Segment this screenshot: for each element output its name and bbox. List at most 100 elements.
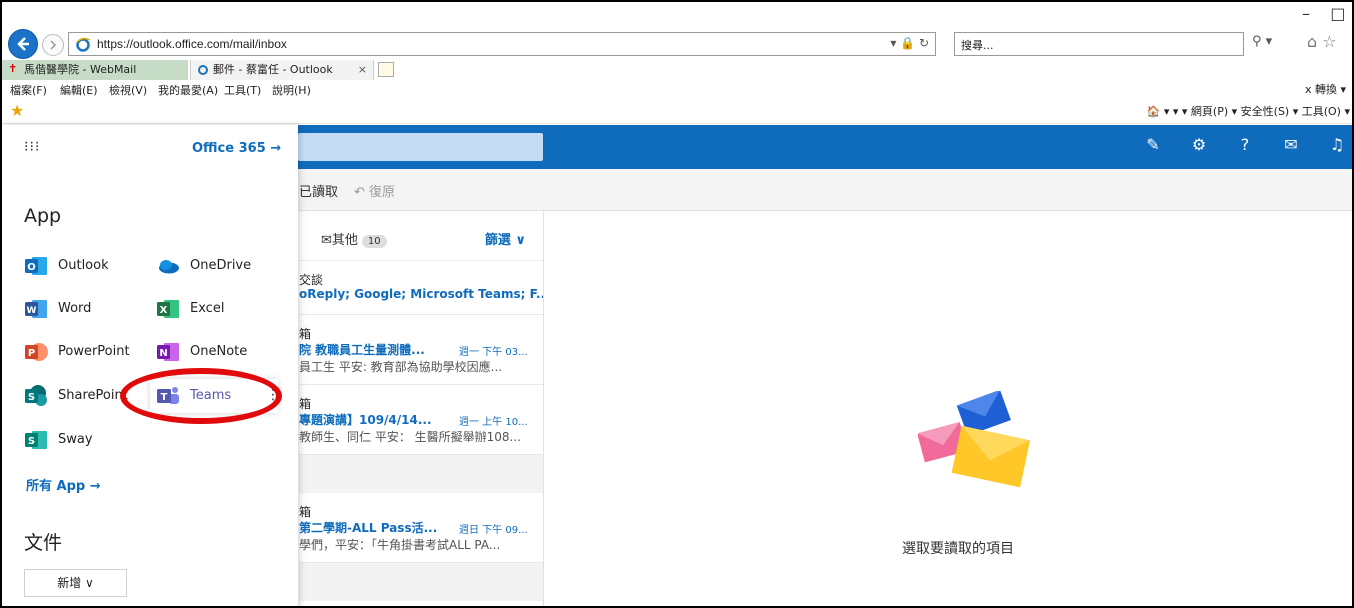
message-from: 交談 bbox=[299, 273, 324, 287]
address-bar[interactable]: https://outlook.office.com/mail/inbox ▾ … bbox=[68, 32, 936, 56]
menu-help[interactable]: 說明(H) bbox=[272, 82, 311, 98]
other-label: 其他 bbox=[331, 233, 358, 248]
envelopes-illustration bbox=[918, 391, 1030, 488]
svg-text:W: W bbox=[27, 306, 37, 316]
app-label: Sway bbox=[58, 432, 93, 447]
word-icon: W bbox=[25, 300, 47, 318]
app-label: OneDrive bbox=[190, 258, 252, 273]
highlight-ring bbox=[120, 368, 282, 424]
browser-search-field[interactable]: 搜尋... bbox=[954, 32, 1244, 56]
feedback-icon[interactable]: ✉ bbox=[1282, 135, 1300, 154]
header-icons: ✎ ⚙ ? ✉ ♫ bbox=[1144, 135, 1346, 154]
message-list-header: ✉其他 10 篩選 ∨ bbox=[299, 211, 543, 261]
app-excel[interactable]: X Excel bbox=[156, 297, 266, 321]
window-controls[interactable]: – □ bbox=[1302, 4, 1345, 23]
app-label: PowerPoint bbox=[58, 344, 130, 359]
search-icon[interactable]: ⚲ ▾ bbox=[1252, 34, 1272, 49]
svg-text:P: P bbox=[28, 348, 35, 359]
message-subject: 專題演講】109/4/14... bbox=[299, 413, 432, 427]
sway-icon: S bbox=[25, 431, 47, 449]
home-star-icons[interactable]: ⌂ ☆ bbox=[1307, 32, 1337, 51]
url-controls[interactable]: ▾ 🔒 ↻ bbox=[890, 36, 929, 50]
new-tab-button[interactable] bbox=[378, 62, 394, 77]
tab-outlook[interactable]: 郵件 - 蔡富任 - Outlook × bbox=[190, 60, 374, 80]
app-launcher-panel: ⁝⁝⁝ Office 365 → App O Outlook OneDrive bbox=[2, 125, 298, 606]
message-preview: 教師生、同仁 平安： 生醫所擬舉辦108... bbox=[299, 430, 521, 444]
tab-webmail[interactable]: ✝ 馬偕醫學院 - WebMail bbox=[2, 60, 188, 80]
documents-heading: 文件 bbox=[24, 532, 63, 554]
favorites-bar: ★ 🏠 ▾ ▾ ▾ 網頁(P) ▾ 安全性(S) ▾ 工具(O) ▾ bbox=[2, 98, 1352, 124]
app-onenote[interactable]: N OneNote bbox=[156, 340, 266, 364]
svg-text:S: S bbox=[28, 436, 35, 447]
tab-other[interactable]: ✉其他 10 bbox=[321, 229, 387, 248]
app-label: Outlook bbox=[58, 258, 109, 273]
message-subject: 院 教職員工生量測體... bbox=[299, 343, 425, 357]
app-word[interactable]: W Word bbox=[24, 297, 134, 321]
all-apps-link[interactable]: 所有 App → bbox=[26, 475, 101, 494]
favorites-star-icon[interactable]: ★ bbox=[10, 101, 24, 120]
office365-link[interactable]: Office 365 → bbox=[192, 141, 281, 156]
browser-menu-bar: 檔案(F) 編輯(E) 檢視(V) 我的最愛(A) 工具(T) 說明(H) x … bbox=[2, 80, 1352, 98]
onenote-icon: N bbox=[157, 343, 179, 361]
app-label: SharePoint bbox=[58, 388, 128, 403]
new-document-button[interactable]: 新增 ∨ bbox=[24, 569, 127, 597]
tab-label: 馬偕醫學院 - WebMail bbox=[24, 63, 137, 76]
browser-tabs: ✝ 馬偕醫學院 - WebMail 郵件 - 蔡富任 - Outlook × bbox=[2, 60, 1352, 80]
app-label: Word bbox=[58, 301, 92, 316]
message-preview: 學們，平安：「牛角掛書考試ALL PA... bbox=[299, 538, 501, 552]
menu-tools[interactable]: 工具(T) bbox=[224, 82, 261, 98]
undo-label: 復原 bbox=[369, 185, 396, 200]
notification-bell-icon[interactable]: ♫ bbox=[1328, 135, 1346, 154]
app-powerpoint[interactable]: P PowerPoint bbox=[24, 340, 134, 364]
svg-text:X: X bbox=[160, 305, 168, 316]
app-launcher-waffle-icon[interactable]: ⁝⁝⁝ bbox=[24, 139, 40, 155]
my-day-icon[interactable]: ✎ bbox=[1144, 135, 1162, 154]
sharepoint-icon: S bbox=[25, 385, 47, 406]
message-time: 週一 下午 03... bbox=[459, 347, 528, 358]
tab-label: 郵件 - 蔡富任 - Outlook bbox=[213, 63, 333, 76]
onedrive-icon bbox=[159, 260, 179, 274]
undo-button[interactable]: ↶ 復原 bbox=[354, 181, 395, 200]
help-icon[interactable]: ? bbox=[1236, 135, 1254, 154]
app-label: Excel bbox=[190, 301, 225, 316]
convert-button[interactable]: x 轉換 ▾ bbox=[1305, 81, 1346, 97]
ie-page-icon bbox=[76, 37, 91, 52]
svg-text:S: S bbox=[28, 392, 35, 403]
tab-close-icon[interactable]: × bbox=[358, 60, 367, 80]
settings-gear-icon[interactable]: ⚙ bbox=[1190, 135, 1208, 154]
mail-search-input[interactable] bbox=[298, 133, 543, 161]
message-from: 箱 bbox=[299, 505, 312, 519]
empty-reading-text: 選取要讀取的項目 bbox=[902, 541, 1014, 557]
app-label: OneNote bbox=[190, 344, 248, 359]
menu-edit[interactable]: 編輯(E) bbox=[60, 82, 98, 98]
other-count-badge: 10 bbox=[361, 235, 387, 248]
list-item[interactable]: 箱 第二學期-ALL Pass活... 週日 下午 09... 學們，平安：「牛… bbox=[299, 493, 543, 563]
search-placeholder: 搜尋... bbox=[961, 39, 994, 52]
message-preview: 員工生 平安: 教育部為協助學校因應... bbox=[299, 360, 503, 374]
list-item[interactable]: 箱 院 教職員工生量測體... 週一 下午 03... 員工生 平安: 教育部為… bbox=[299, 315, 543, 385]
message-list: ✉其他 10 篩選 ∨ 交談 oReply; Google; Microsoft … bbox=[299, 211, 544, 606]
forward-arrow-icon[interactable] bbox=[42, 34, 64, 56]
app-sharepoint[interactable]: S SharePoint bbox=[24, 384, 134, 408]
svg-text:O: O bbox=[27, 262, 36, 273]
date-group-separator bbox=[299, 563, 543, 601]
menu-view[interactable]: 檢視(V) bbox=[109, 82, 147, 98]
svg-text:N: N bbox=[159, 348, 167, 359]
cross-icon: ✝ bbox=[8, 62, 18, 75]
apps-heading: App bbox=[24, 205, 62, 227]
message-from: 箱 bbox=[299, 327, 312, 341]
command-bar[interactable]: 🏠 ▾ ▾ ▾ 網頁(P) ▾ 安全性(S) ▾ 工具(O) ▾ bbox=[1147, 103, 1350, 119]
browser-address-row: – □ https://outlook.office.com/mail/inbo… bbox=[2, 2, 1352, 60]
message-time: 週一 上午 10... bbox=[459, 417, 528, 428]
app-sway[interactable]: S Sway bbox=[24, 428, 134, 452]
list-item[interactable]: 箱 專題演講】109/4/14... 週一 上午 10... 教師生、同仁 平安… bbox=[299, 385, 543, 455]
mark-read-button[interactable]: 已讀取 bbox=[299, 181, 338, 200]
menu-file[interactable]: 檔案(F) bbox=[10, 82, 47, 98]
app-onedrive[interactable]: OneDrive bbox=[156, 254, 266, 278]
app-outlook[interactable]: O Outlook bbox=[24, 254, 134, 278]
back-arrow-icon[interactable] bbox=[8, 29, 38, 59]
list-item[interactable]: 交談 oReply; Google; Microsoft Teams; F... bbox=[299, 261, 544, 315]
filter-button[interactable]: 篩選 ∨ bbox=[485, 229, 526, 248]
menu-favorites[interactable]: 我的最愛(A) bbox=[158, 82, 218, 98]
message-subject: oReply; Google; Microsoft Teams; F... bbox=[299, 287, 544, 301]
